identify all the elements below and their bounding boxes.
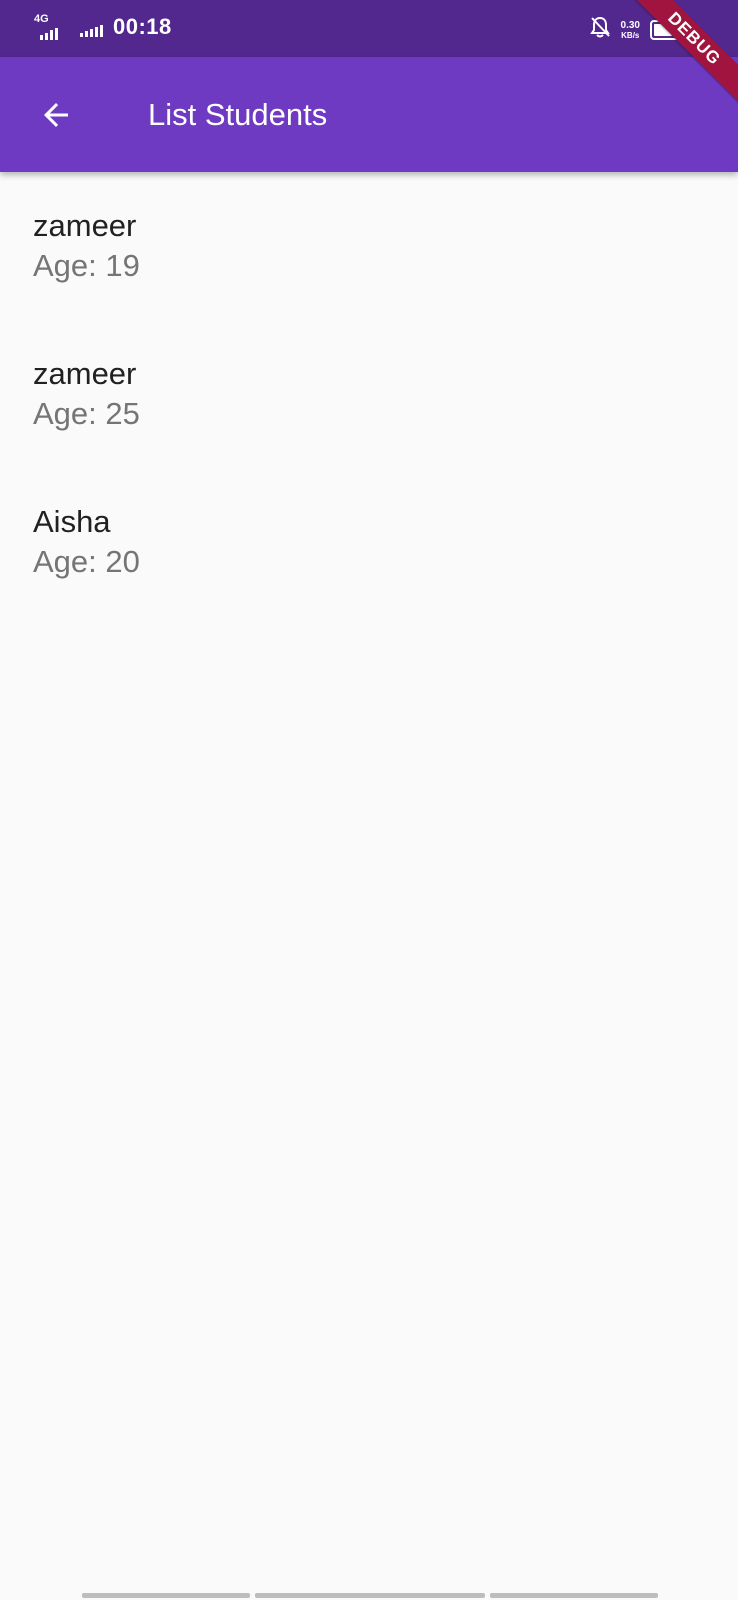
student-name: zameer [33, 356, 137, 391]
student-age: Age: 25 [33, 396, 140, 431]
student-list: zameer Age: 19 zameer Age: 25 Aisha Age:… [0, 172, 738, 616]
nav-segment [82, 1593, 250, 1598]
gesture-nav-bar[interactable] [82, 1593, 658, 1598]
list-item[interactable]: zameer Age: 25 [0, 320, 738, 468]
list-item[interactable]: zameer Age: 19 [0, 172, 738, 320]
status-bar: 4G 00:18 0.30 KB/s [0, 0, 738, 57]
status-right: 0.30 KB/s [589, 15, 692, 44]
student-age: Age: 19 [33, 248, 140, 283]
student-age: Age: 20 [33, 544, 140, 579]
network-speed: 0.30 KB/s [621, 20, 640, 40]
network-signal-icon: 4G [34, 14, 70, 40]
app-bar: List Students [0, 57, 738, 172]
status-time: 00:18 [113, 14, 172, 39]
nav-segment [255, 1593, 485, 1598]
arrow-back-icon [44, 103, 68, 127]
page-title: List Students [148, 97, 328, 132]
notifications-off-icon [589, 15, 611, 44]
back-button[interactable] [28, 87, 84, 143]
student-name: Aisha [33, 504, 111, 539]
signal-strength-icon [80, 23, 103, 37]
battery-icon [650, 19, 692, 40]
network-type: 4G [34, 13, 49, 25]
status-left: 4G 00:18 [34, 14, 172, 40]
speed-value: 0.30 [620, 19, 640, 31]
student-name: zameer [33, 208, 137, 243]
speed-unit: KB/s [621, 30, 640, 40]
nav-segment [490, 1593, 658, 1598]
list-item[interactable]: Aisha Age: 20 [0, 468, 738, 616]
